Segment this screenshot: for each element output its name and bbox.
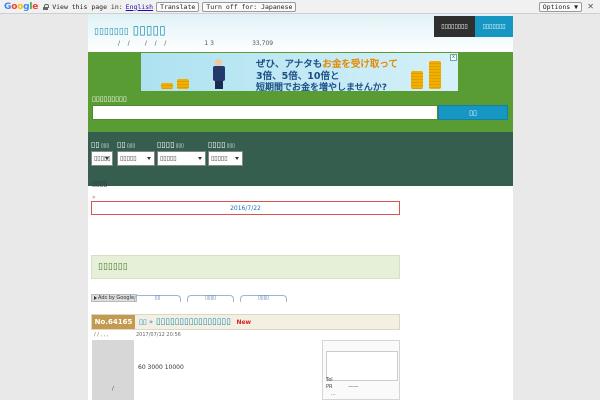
play-icon — [94, 295, 97, 300]
search-label: ▯▯▯▯▯▯▯▯▯ — [92, 95, 127, 103]
filter-label: ▯▯▯▯ — [208, 140, 226, 149]
banner-line-3: 短期間でお金を増やしませんか? — [256, 83, 387, 91]
table-row: / — [92, 384, 312, 395]
contact-pr: PR —— — [326, 384, 359, 390]
listing-header: No.64165 ▯▯ » ▯▯▯▯▯▯▯▯▯▯▯▯▯▯▯▯ New — [91, 314, 400, 330]
translate-button[interactable]: Translate — [156, 1, 200, 12]
listing-number: No.64165 — [92, 315, 135, 329]
ad-close-icon[interactable]: x — [450, 54, 457, 61]
close-icon[interactable]: ✕ — [587, 2, 594, 11]
filter-band: ▯▯▯▯▯ ▯▯▯▯▯ ▯▯▯▯▯ ▯▯▯▯▯ ▯▯▯▯▯▯▯ ▯▯▯▯▯ ▯▯… — [88, 132, 513, 186]
google-logo: Google — [4, 1, 39, 12]
listing-table: 60 3000 10000 / — [92, 340, 312, 400]
contact-image — [326, 351, 398, 381]
filter-group-3: ▯▯▯▯▯▯▯ ▯▯▯▯▯ — [157, 140, 206, 166]
listing-title-text[interactable]: ▯▯▯▯▯▯▯▯▯▯▯▯▯▯▯▯ — [156, 317, 231, 327]
section-header: ▯▯▯▯▯▯ — [91, 255, 400, 279]
nav-primary-button[interactable]: ▯▯▯▯▯▯▯▯ — [434, 16, 475, 37]
filter-group-1: ▯▯▯▯▯ ▯▯▯▯▯ — [91, 140, 113, 166]
new-badge: New — [236, 319, 252, 326]
options-button[interactable]: Options ▼ — [538, 2, 582, 12]
filter-group-2: ▯▯▯▯▯ ▯▯▯▯▯ — [117, 140, 155, 166]
tag-link[interactable]: ▯▯▯▯ — [240, 295, 287, 302]
nav-secondary-button[interactable]: ▯▯▯▯▯▯▯ — [475, 16, 513, 37]
table-row — [92, 340, 312, 351]
table-row: 60 3000 10000 — [92, 362, 312, 373]
chevron-down-icon — [105, 157, 109, 160]
translate-bar: Google View this page in: English Transl… — [0, 0, 600, 14]
tag-link[interactable]: ▯▯ — [134, 295, 181, 302]
listing-date: 2017/07/12 20:56 — [136, 332, 181, 338]
contact-more[interactable]: ... — [331, 391, 336, 397]
coin-stack-icon — [177, 79, 189, 89]
coin-stack-icon — [411, 71, 423, 89]
filter-label: ▯▯▯▯ — [157, 140, 175, 149]
filter-select-1[interactable]: ▯▯▯▯▯ — [91, 151, 113, 166]
listing-title[interactable]: ▯▯ » ▯▯▯▯▯▯▯▯▯▯▯▯▯▯▯▯ New — [139, 317, 251, 327]
search-input[interactable] — [92, 105, 438, 120]
chevron-down-icon — [198, 157, 202, 160]
search-button[interactable]: ▯▯ — [438, 105, 508, 120]
filter-label: ▯▯ — [117, 140, 126, 149]
chevron-down-icon — [235, 157, 239, 160]
site-logo[interactable]: ▯▯▯▯▯▯▯ ▯▯▯▯▯ — [94, 23, 166, 37]
filter-select-2[interactable]: ▯▯▯▯▯ — [117, 151, 155, 166]
translate-prompt: View this page in: — [52, 2, 123, 11]
breadcrumb-separator: » — [92, 194, 96, 201]
chevron-down-icon — [147, 157, 151, 160]
site-title: ▯▯▯▯▯ — [132, 23, 166, 37]
coin-stack-icon — [429, 61, 441, 89]
contact-box: Tel PR —— ... — [322, 340, 400, 400]
listing-category[interactable]: ▯▯ » — [139, 318, 153, 326]
date-text: 2016/7/22 — [230, 204, 261, 212]
tag-link[interactable]: ▯▯▯▯ — [187, 295, 234, 302]
turn-off-button[interactable]: Turn off for: Japanese — [202, 1, 297, 12]
table-row — [92, 373, 312, 384]
page: ▯▯▯▯▯▯▯ ▯▯▯▯▯ ▯▯▯▯▯▯▯▯ ▯▯▯▯▯▯▯ / / / / / … — [88, 14, 513, 400]
table-row — [92, 395, 312, 400]
coin-stack-icon — [161, 83, 173, 89]
breadcrumb[interactable]: ▯▯▯▯ — [92, 180, 107, 188]
filter-select-4[interactable]: ▯▯▯▯▯ — [208, 151, 243, 166]
table-row — [92, 351, 312, 362]
filter-label: ▯▯ — [91, 140, 100, 149]
lock-icon — [43, 3, 50, 10]
businessman-icon — [211, 59, 227, 89]
language-select[interactable]: English — [126, 3, 153, 11]
site-stats: / / / / / 1 3 33,709 — [118, 40, 274, 47]
date-box: 2016/7/22 — [91, 201, 400, 215]
site-header: ▯▯▯▯▯▯▯ ▯▯▯▯▯ ▯▯▯▯▯▯▯▯ ▯▯▯▯▯▯▯ / / / / / … — [88, 14, 513, 52]
section-title: ▯▯▯▯▯▯ — [98, 262, 128, 272]
filter-group-4: ▯▯▯▯▯▯▯ ▯▯▯▯▯ — [208, 140, 243, 166]
site-tagline: ▯▯▯▯▯▯▯ — [94, 27, 129, 37]
ad-banner[interactable]: ぜひ、アナタもお金を受け取って 3倍、5倍、10倍と 短期間でお金を増やしません… — [141, 53, 458, 91]
listing-meta: / / , , , — [94, 332, 109, 338]
ads-by-google[interactable]: Ads by Google — [91, 294, 138, 302]
contact-tel: Tel — [326, 377, 333, 383]
filter-select-3[interactable]: ▯▯▯▯▯ — [157, 151, 206, 166]
